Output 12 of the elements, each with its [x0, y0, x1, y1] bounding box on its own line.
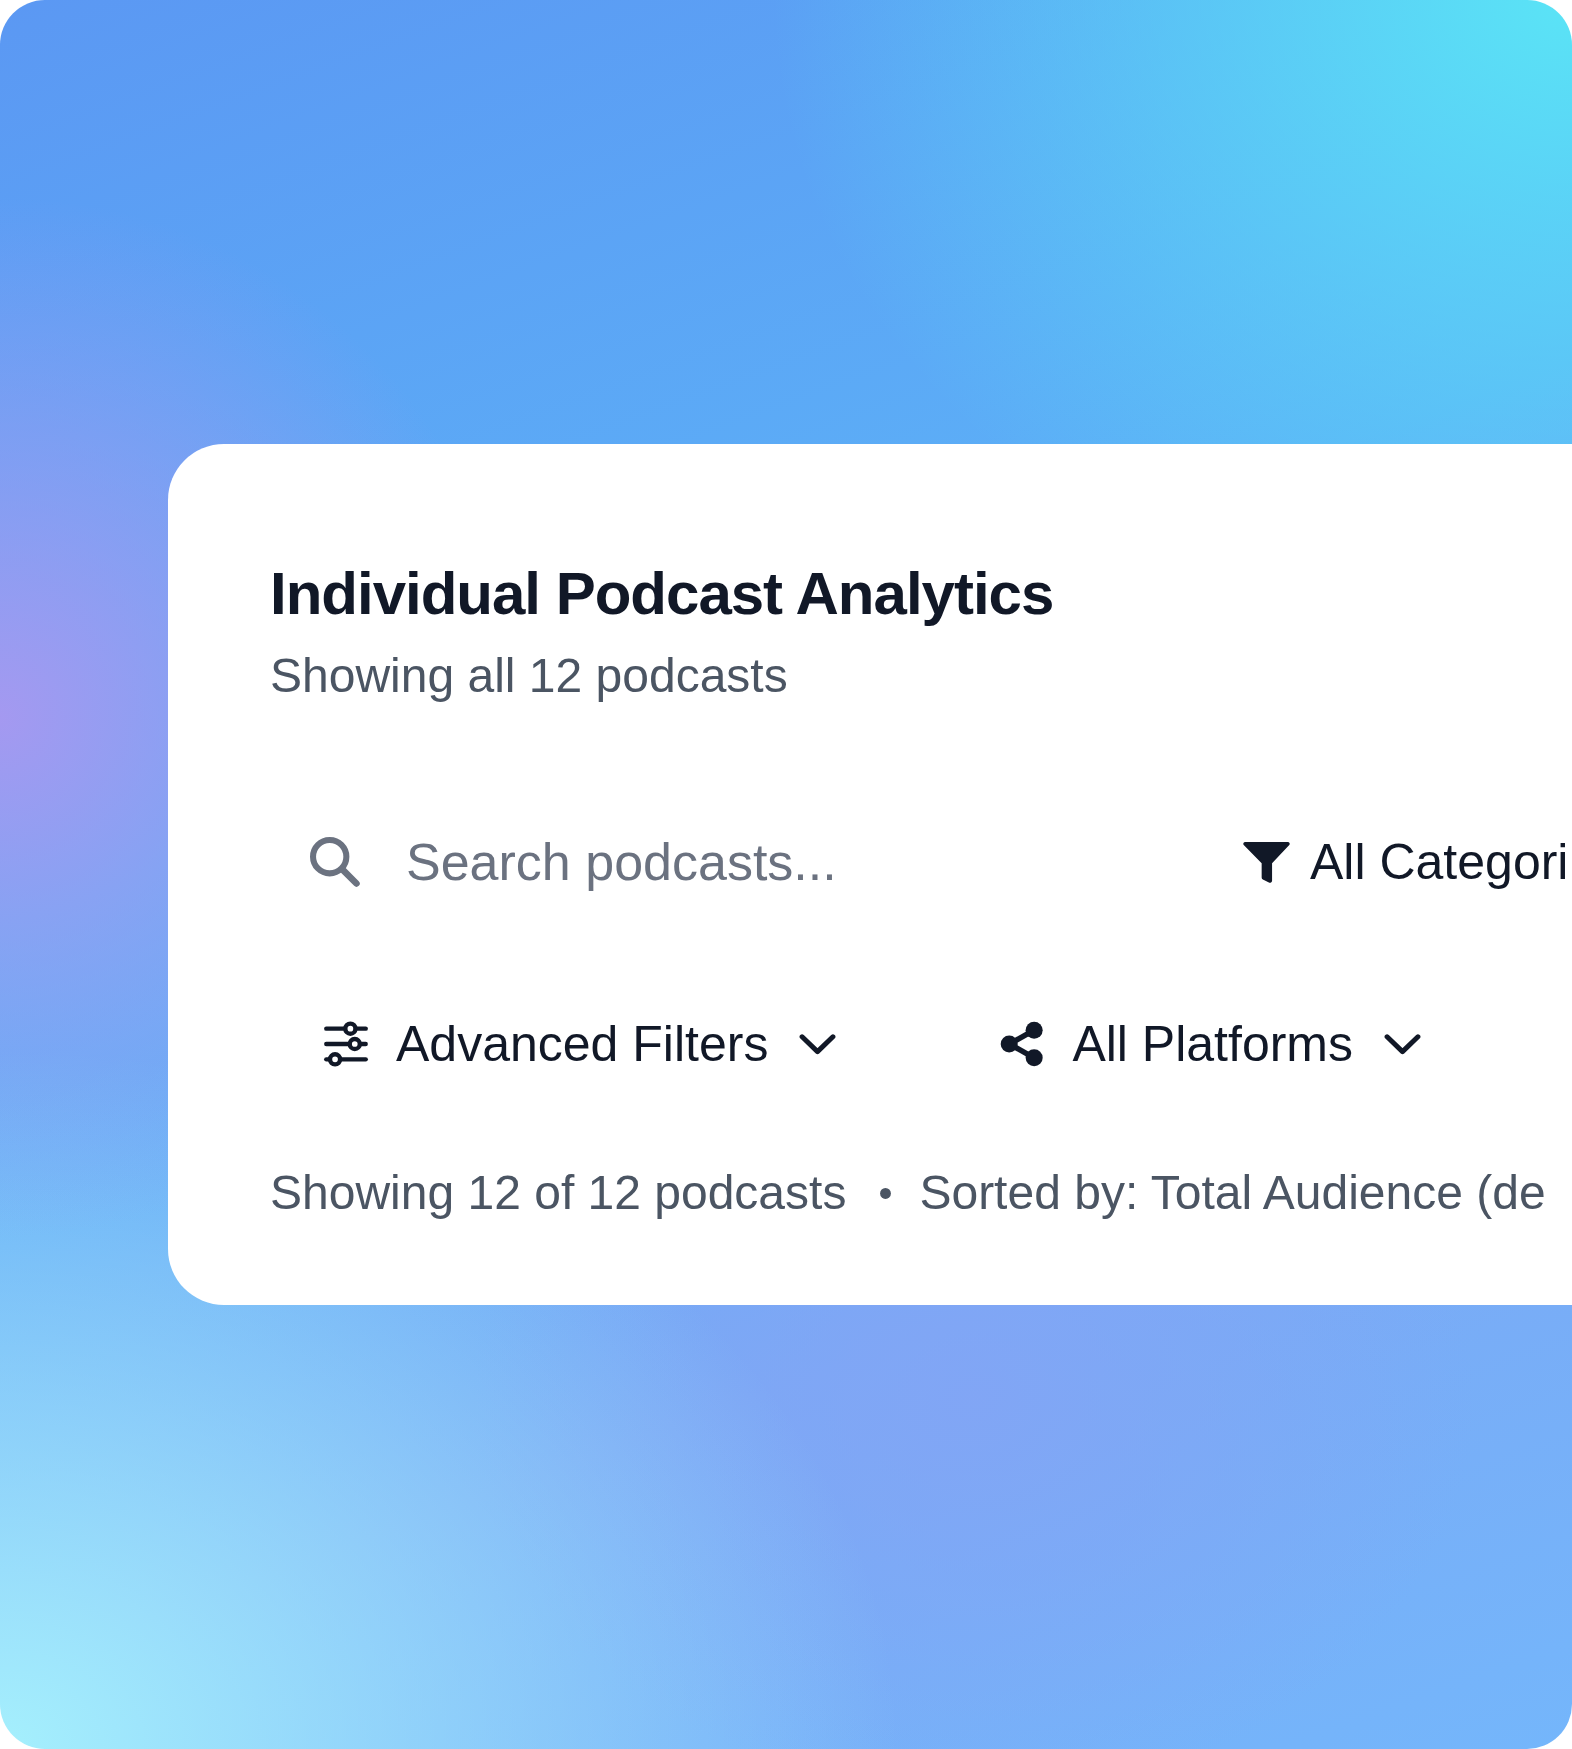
results-count-text: Showing 12 of 12 podcasts: [270, 1165, 847, 1221]
separator-dot: •: [878, 1170, 893, 1217]
category-filter-button[interactable]: All Categori: [1242, 832, 1569, 892]
dropdown-button[interactable]: All Platforms: [998, 1014, 1421, 1074]
sliders-icon: [322, 1021, 370, 1067]
dropdown-button[interactable]: Advanced Filters: [322, 1014, 837, 1074]
page-subtitle: Showing all 12 podcasts: [270, 648, 789, 704]
filter-icon: [1242, 839, 1291, 885]
page-title: Individual Podcast Analytics: [270, 559, 1055, 629]
sort-order-text: Sorted by: Total Audience (de: [919, 1165, 1546, 1221]
search-field[interactable]: Search podcasts...: [406, 826, 1166, 898]
search-icon: [310, 837, 360, 887]
